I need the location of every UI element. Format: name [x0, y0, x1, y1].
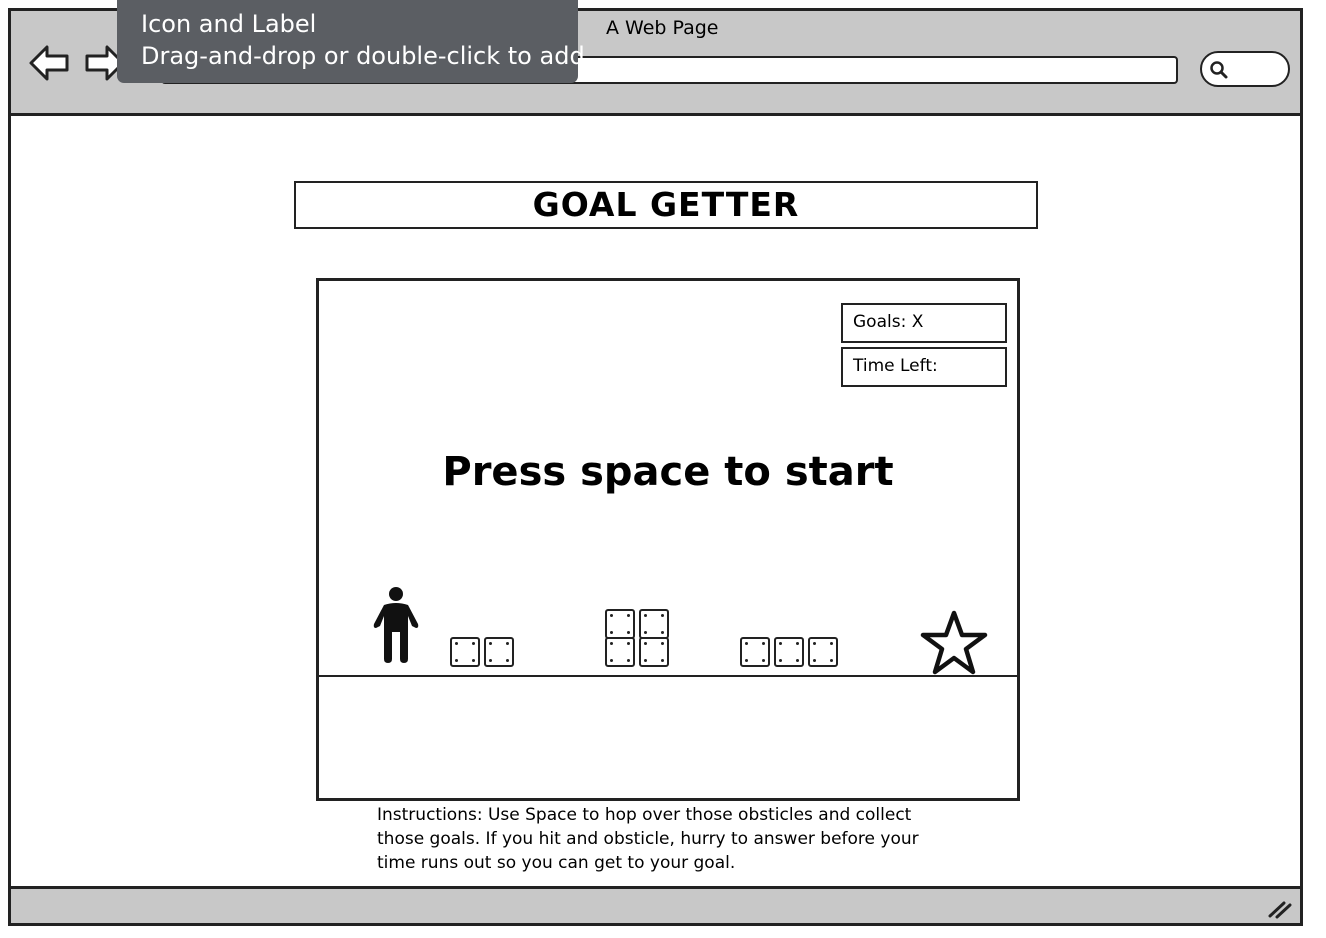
crate-block-icon — [484, 637, 514, 667]
ground-line — [319, 675, 1017, 677]
instructions-text: Instructions: Use Space to hop over thos… — [377, 805, 919, 873]
obstacle-stack — [605, 609, 673, 671]
game-canvas[interactable]: Goals: X Time Left: Press space to start — [316, 278, 1020, 801]
obstacle-pair — [450, 637, 518, 671]
page-title: A Web Page — [606, 17, 719, 39]
game-title: GOAL GETTER — [294, 181, 1038, 229]
back-arrow-icon[interactable] — [27, 41, 71, 85]
star-icon — [920, 610, 988, 675]
crate-block-icon — [450, 637, 480, 667]
crate-block-icon — [774, 637, 804, 667]
person-icon — [373, 587, 419, 663]
search-icon — [1210, 61, 1228, 79]
time-left-display: Time Left: — [841, 347, 1007, 387]
browser-window: A Web Page GOAL GETTER Goals: X Time Lef… — [8, 8, 1303, 926]
crate-block-icon — [639, 609, 669, 639]
crate-block-icon — [740, 637, 770, 667]
tooltip-title: Icon and Label — [141, 10, 317, 38]
status-bar — [11, 886, 1300, 923]
crate-block-icon — [605, 609, 635, 639]
tooltip: Icon and Label Drag-and-drop or double-c… — [117, 0, 585, 83]
start-prompt: Press space to start — [442, 449, 894, 495]
crate-block-icon — [605, 637, 635, 667]
goals-counter: Goals: X — [841, 303, 1007, 343]
crate-block-icon — [639, 637, 669, 667]
obstacle-triple — [740, 637, 842, 671]
search-box[interactable] — [1200, 51, 1290, 87]
resize-grip-icon[interactable] — [1266, 899, 1292, 919]
crate-block-icon — [808, 637, 838, 667]
tooltip-hint: Drag-and-drop or double-click to add — [141, 42, 585, 70]
